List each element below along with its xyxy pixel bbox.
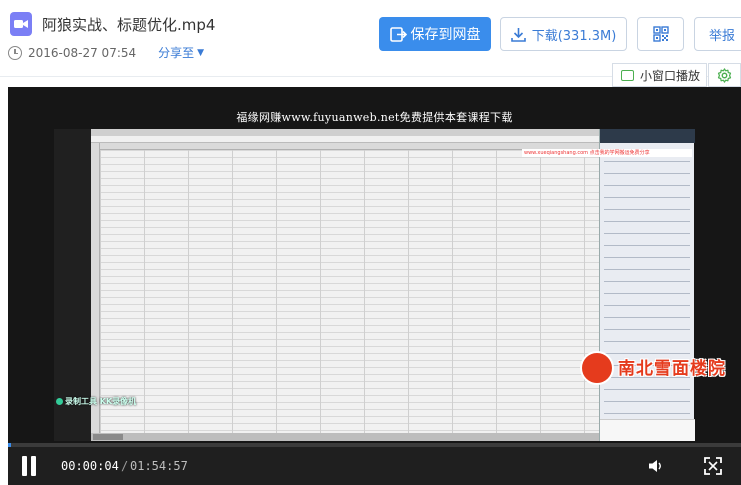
mini-player-label: 小窗口播放: [640, 68, 701, 83]
mini-player-button[interactable]: 小窗口播放: [612, 63, 707, 87]
upload-date: 2016-08-27 07:54: [28, 45, 137, 60]
save-to-cloud-button[interactable]: 保存到网盘: [379, 17, 491, 51]
watermark-logo-text: 南北雪面楼院: [618, 359, 726, 379]
video-player[interactable]: 福缘网赚www.fuyuanweb.net免费提供本套课程下载 www.xueq…: [8, 87, 741, 485]
tv-icon: [621, 69, 634, 81]
download-label: 下载(331.3M): [531, 28, 617, 44]
recorder-badge: 录制工具 KK录像机: [56, 397, 136, 406]
fullscreen-icon[interactable]: [704, 457, 722, 475]
chat-input-area: [600, 419, 695, 441]
report-button[interactable]: 举报: [694, 17, 741, 51]
chat-header: [600, 129, 695, 143]
current-time: 00:00:04: [61, 459, 119, 473]
video-frame: www.xueqiangshang.com 点击我的学网搬运免费分享 录制工具 …: [54, 129, 695, 441]
total-time: 01:54:57: [130, 459, 188, 473]
clock-icon: [8, 45, 22, 60]
gear-icon: [717, 67, 732, 83]
qr-code-button[interactable]: [637, 17, 684, 51]
share-label: 分享至: [158, 46, 195, 60]
file-meta: 2016-08-27 07:54 分享至 ▼: [8, 44, 204, 61]
pause-button[interactable]: [20, 456, 38, 476]
recorder-badge-text: 录制工具 KK录像机: [65, 397, 137, 406]
spreadsheet-sheet-tabs: [93, 434, 123, 440]
share-dropdown[interactable]: 分享至 ▼: [158, 44, 204, 61]
chat-messages: [604, 161, 690, 421]
settings-button[interactable]: [708, 63, 741, 87]
player-controls: 00:00:04 / 01:54:57: [8, 447, 741, 485]
recorder-icon: [56, 398, 63, 405]
download-icon: [510, 27, 526, 42]
spreadsheet-ribbon: [91, 129, 599, 136]
volume-icon[interactable]: [648, 459, 664, 473]
spreadsheet-status-bar: [91, 433, 599, 441]
qr-code-icon: [652, 26, 669, 42]
save-label: 保存到网盘: [410, 27, 481, 43]
download-button[interactable]: 下载(331.3M): [500, 17, 627, 51]
video-watermark: 福缘网赚www.fuyuanweb.net免费提供本套课程下载: [236, 111, 513, 124]
recorded-chat-pane: www.xueqiangshang.com 点击我的学网搬运免费分享: [522, 129, 695, 441]
recorded-spreadsheet: [91, 129, 599, 441]
spreadsheet-row-header: [91, 143, 100, 433]
time-separator: /: [121, 459, 129, 473]
chat-link-banner: www.xueqiangshang.com 点击我的学网搬运免费分享: [522, 149, 692, 157]
chevron-down-icon: ▼: [197, 47, 205, 58]
watermark-logo-icon: [580, 351, 614, 385]
save-to-cloud-icon: [389, 26, 407, 42]
spreadsheet-grid: [100, 150, 599, 433]
file-title: 阿狼实战、标题优化.mp4: [42, 16, 216, 34]
spreadsheet-formula-bar: [91, 136, 599, 143]
report-label: 举报: [709, 28, 736, 44]
video-file-icon: [10, 12, 32, 36]
